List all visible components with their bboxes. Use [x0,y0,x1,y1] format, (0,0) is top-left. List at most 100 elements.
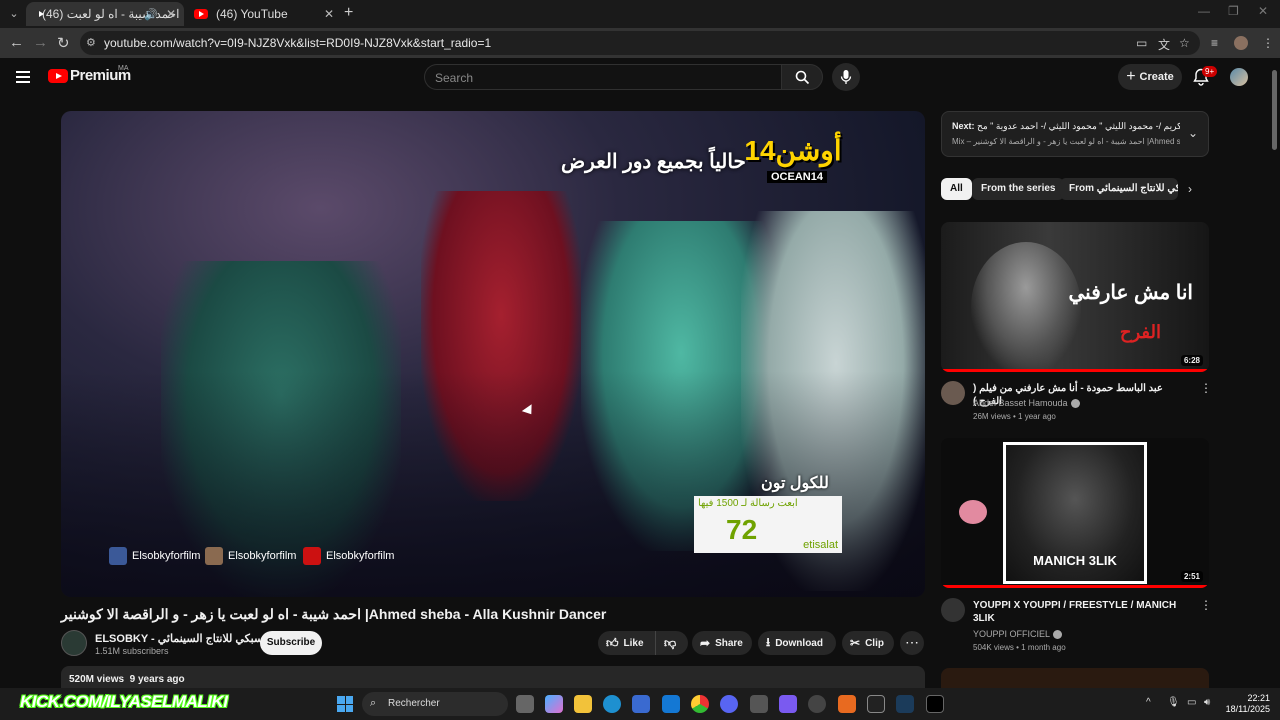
rec-meta: 26M views • 1 year ago [973,412,1056,421]
playlist-next-panel[interactable]: Next: مسلسل رمضان كريم /- محمود الليثي "… [941,111,1209,157]
subscribe-button[interactable]: Subscribe [260,631,322,655]
discord-icon[interactable] [720,695,738,713]
promo-box: ابعت رسالة لـ 1500 فيها 72 etisalat [694,496,842,553]
rec-views: 504K views [973,643,1014,652]
channel-name[interactable]: ELSOBKY - السبكي للانتاج السينمائي [95,632,283,645]
video-player[interactable]: حالياً بجميع دور العرض أوشن14 OCEAN14 لل… [61,111,925,597]
tab-youtube[interactable]: (46) YouTube ✕ [186,2,342,26]
new-tab-button[interactable]: + [344,4,353,22]
chip-from-series[interactable]: From the series [972,178,1065,200]
app-orange-icon[interactable] [838,695,856,713]
channel-avatar[interactable] [941,381,965,405]
tray-chevron-icon[interactable]: ^ [1146,697,1151,708]
rec-meta: 504K views • 1 month ago [973,643,1066,652]
dislike-button[interactable]: 👎︎ [656,636,676,651]
edge-icon[interactable] [603,695,621,713]
tray-mic-icon[interactable]: 🎙︎ [1167,697,1180,708]
restore-icon[interactable]: ❐ [1228,4,1239,18]
rec-title[interactable]: YOUPPI X YOUPPI / FREESTYLE / MANICH 3LI… [973,599,1183,625]
file-explorer-icon[interactable] [574,695,592,713]
windows-start-icon[interactable] [337,696,353,712]
video-duration: 2:51 [1180,571,1203,582]
voice-search-button[interactable] [832,63,860,91]
url-text: youtube.com/watch?v=0I9-NJZ8Vxk&list=RD0… [104,36,492,50]
tray-network-icon[interactable]: ▭ [1187,697,1196,708]
rec-channel[interactable]: Abdel Basset Hamouda [973,398,1080,409]
address-bar[interactable]: ⚙ youtube.com/watch?v=0I9-NJZ8Vxk&list=R… [80,31,1200,55]
rec-menu-icon[interactable]: ⋮ [1200,598,1212,612]
chrome-icon[interactable] [691,695,709,713]
rec-thumbnail-partial[interactable] [941,668,1209,688]
create-button[interactable]: + Create [1118,64,1182,90]
rec-thumbnail[interactable]: MANICH 3LIK 2:51 [941,438,1209,588]
taskbar-search[interactable]: ⌕ Rechercher [362,692,508,716]
rec-thumbnail[interactable]: انا مش عارفني الفرح 6:28 [941,222,1209,372]
app-black-icon[interactable] [926,695,944,713]
inbox-icon[interactable] [750,695,768,713]
site-info-icon[interactable]: ⚙ [86,36,100,50]
next-up-line: Next: مسلسل رمضان كريم /- محمود الليثي "… [952,121,1180,132]
search-input[interactable]: Search [424,64,781,90]
cast-icon[interactable]: ▭ [1136,36,1147,50]
search-button[interactable] [781,64,823,90]
browser-menu-icon[interactable]: ⋮ [1262,36,1274,50]
translate-icon[interactable]: 文 [1158,36,1170,53]
verified-icon [1053,630,1063,640]
chevron-right-icon[interactable]: › [1188,182,1192,196]
rec-channel[interactable]: YOUPPI OFFICIEL [973,629,1063,640]
scrollbar-thumb[interactable] [1272,70,1277,150]
like-button[interactable]: 👍︎ Like [598,631,656,655]
download-button[interactable]: ⭳ Download [758,631,836,655]
social-handle: Elsobkyforfilm [228,550,297,562]
audio-playing-icon[interactable]: 🔊 [144,8,158,21]
rec-channel-text: Abdel Basset Hamouda [973,398,1068,408]
tab-list-button[interactable]: ⌄ [4,5,24,23]
account-avatar[interactable] [1230,68,1248,86]
task-view-icon[interactable] [516,695,534,713]
gamepad-icon[interactable] [779,695,797,713]
chrome-active-icon[interactable] [808,695,826,713]
minimize-icon[interactable]: — [1198,4,1210,18]
tab-close-icon[interactable]: ✕ [166,7,176,21]
bookmark-star-icon[interactable]: ☆ [1179,36,1190,50]
rec-menu-icon[interactable]: ⋮ [1200,381,1212,395]
profile-avatar[interactable] [1234,36,1248,50]
verified-icon [1070,399,1080,409]
tab-close-icon[interactable]: ✕ [324,7,334,21]
chip-from-channel[interactable]: From السبكي للانتاج السينمائي [1060,178,1178,200]
steam-icon[interactable] [896,695,914,713]
youtube-icon [303,547,321,565]
channel-avatar[interactable] [61,630,87,656]
notification-badge: 9+ [1202,66,1218,77]
store-icon[interactable] [632,695,650,713]
page-scrollbar[interactable] [1270,58,1280,688]
chevron-down-icon[interactable]: ⌄ [1188,126,1198,140]
promo-brand: etisalat [803,539,838,551]
like-label: Like [623,637,644,649]
more-actions-icon[interactable]: ⋯ [900,631,924,655]
window-close-icon[interactable]: ✕ [1258,4,1268,18]
channel-avatar[interactable] [941,598,965,622]
video-title: احمد شيبة - اه لو لعبت يا زهر - و الراقص… [61,606,607,622]
social-youtube: Elsobkyforfilm [303,547,394,565]
back-icon[interactable]: ← [9,34,24,51]
view-count: 520M views [69,674,125,685]
share-button[interactable]: ➦ Share [692,631,752,655]
app-dark-icon[interactable] [867,695,885,713]
media-control-icon[interactable]: ≡ [1211,36,1218,50]
social-facebook: Elsobkyforfilm [109,547,200,565]
system-clock[interactable]: 22:21 18/11/2025 [1222,693,1270,715]
plus-icon: + [1126,68,1136,85]
reload-icon[interactable]: ↻ [57,34,70,52]
youtube-logo-icon[interactable] [48,69,68,83]
tray-volume-icon[interactable]: 🔊︎ [1204,697,1210,708]
hamburger-menu-icon[interactable] [16,71,30,83]
thumb-figure [971,242,1081,372]
clip-button[interactable]: ✂ Clip [842,631,894,655]
chip-all[interactable]: All [941,178,972,200]
outlook-icon[interactable] [662,695,680,713]
forward-icon[interactable]: → [33,34,48,51]
watch-progress-bar [941,585,1209,588]
tab-video[interactable]: احمد شيبة - اه لو لعبت (46) 🔊 ✕ [26,2,184,26]
copilot-icon[interactable] [545,695,563,713]
